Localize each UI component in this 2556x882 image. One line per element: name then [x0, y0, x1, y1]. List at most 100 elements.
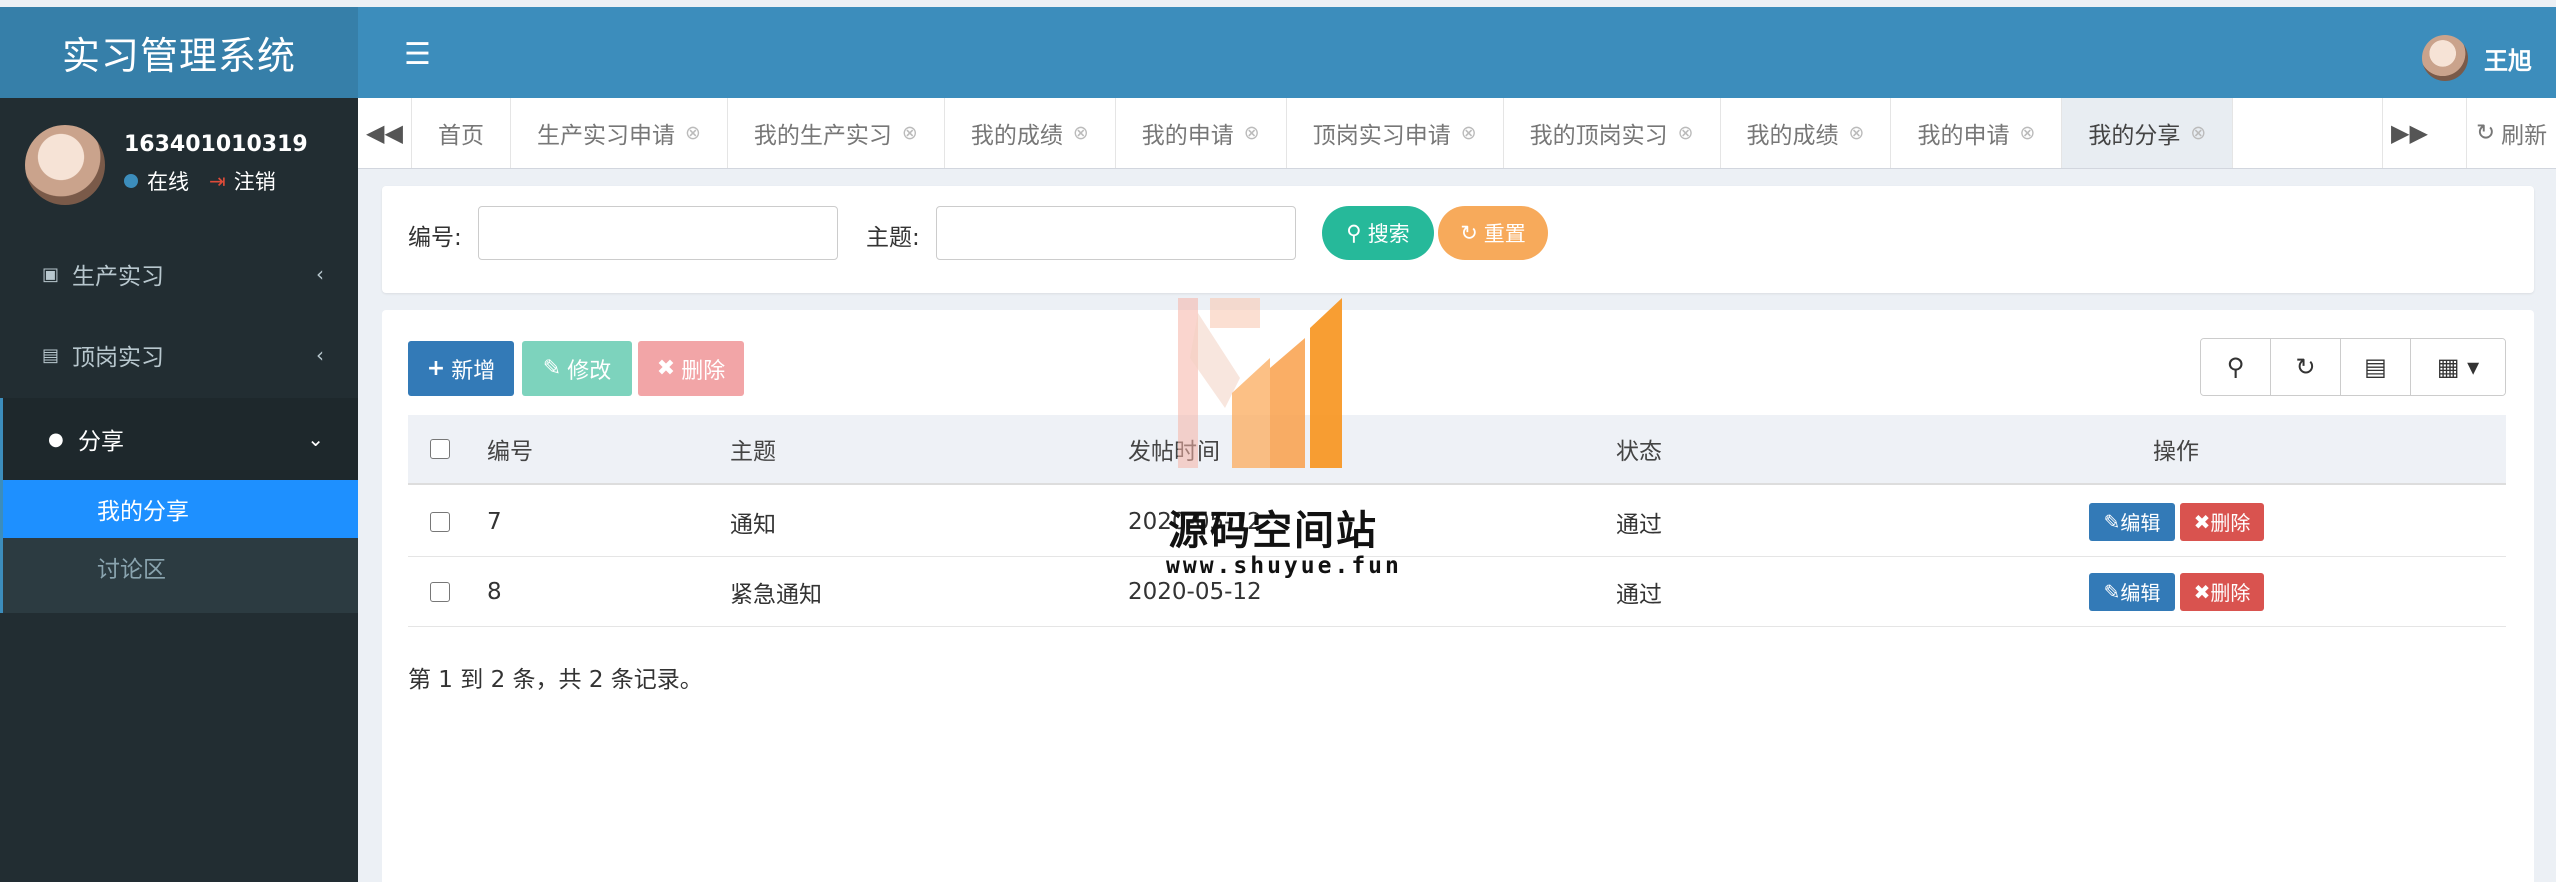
row-delete-button[interactable]: ✖ 删除 [2180, 572, 2264, 611]
tab-close-icon[interactable]: ⊗ [1244, 122, 1260, 144]
chevron-down-icon: ⌄ [307, 427, 324, 451]
delete-icon: ✖ [2193, 579, 2211, 604]
search-button[interactable]: ⚲ 搜索 [1322, 206, 1434, 260]
tab-close-icon[interactable]: ⊗ [902, 122, 918, 144]
sidebar-item-production-internship[interactable]: ▣ 生产实习 ‹ [0, 234, 358, 314]
delete-button[interactable]: ✖ 删除 [638, 341, 744, 396]
refresh-button[interactable]: ↻ 刷新 [2466, 98, 2556, 168]
row-edit-label: 编辑 [2120, 581, 2161, 605]
tab-home[interactable]: 首页 [412, 98, 511, 168]
tab-close-icon[interactable]: ⊗ [2190, 122, 2206, 144]
row-edit-button[interactable]: ✎ 编辑 [2089, 502, 2175, 541]
tab-my-post[interactable]: 我的顶岗实习 ⊗ [1504, 98, 1721, 168]
row-subject: 紧急通知 [730, 581, 822, 608]
tab-close-icon[interactable]: ⊗ [1849, 122, 1865, 144]
tab-bar: ◀◀ 首页 生产实习申请 ⊗ 我的生产实习 ⊗ 我的成绩 ⊗ 我的申请 ⊗ 顶岗实习申请… [358, 98, 2556, 169]
app-logo[interactable]: 实习管理系统 [0, 7, 358, 98]
tab-scroll-left-icon[interactable]: ◀◀ [358, 98, 412, 168]
refresh-label: 刷新 [2501, 123, 2548, 149]
select-all-checkbox[interactable] [430, 439, 450, 459]
delete-icon: ✖ [2193, 509, 2211, 534]
toggle-search-icon[interactable]: ⚲ [2201, 339, 2271, 395]
user-id: 163401010319 [124, 132, 308, 157]
tab-label: 我的申请 [1917, 123, 2010, 149]
watermark-url: www.shuyue.fun [1166, 553, 1402, 579]
toggle-view-icon[interactable]: ▤ [2341, 339, 2411, 395]
refresh-icon: ↻ [2475, 120, 2496, 146]
row-checkbox[interactable] [430, 581, 450, 602]
row-delete-button[interactable]: ✖ 删除 [2180, 502, 2264, 541]
tab-label: 我的分享 [2088, 123, 2181, 149]
table-panel: + 新增 ✎ 修改 ✖ 删除 ⚲ ↻ ▤ ▦ ▾ 编号 主题 发帖时间 状态 操… [382, 310, 2534, 882]
tab-post-apply[interactable]: 顶岗实习申请 ⊗ [1287, 98, 1504, 168]
tab-close-icon[interactable]: ⊗ [685, 122, 701, 144]
edit-button-label: 修改 [567, 358, 612, 384]
reset-button-label: 重置 [1483, 222, 1526, 246]
reset-icon: ↻ [1460, 221, 1478, 245]
table-header: 编号 主题 发帖时间 状态 操作 [408, 415, 2506, 485]
chevron-left-icon: ‹ [316, 262, 324, 286]
tab-my-production[interactable]: 我的生产实习 ⊗ [728, 98, 945, 168]
row-checkbox[interactable] [430, 511, 450, 532]
reset-button[interactable]: ↻ 重置 [1438, 206, 1548, 260]
tab-my-applications[interactable]: 我的申请 ⊗ [1116, 98, 1287, 168]
row-status: 通过 [1616, 511, 1662, 538]
row-status: 通过 [1616, 581, 1662, 608]
add-button-label: 新增 [451, 358, 496, 384]
tab-label: 我的成绩 [1746, 123, 1839, 149]
table-row: 7 通知 2020-05-12 通过 ✎ 编辑 ✖ 删除 [408, 487, 2506, 557]
top-header: ☰ 王旭 [358, 7, 2556, 98]
table-toolbar-group: ⚲ ↻ ▤ ▦ ▾ [2200, 338, 2506, 396]
user-panel: 163401010319 在线 ⇥ 注销 [0, 98, 358, 238]
columns-dropdown-icon[interactable]: ▦ ▾ [2411, 339, 2505, 395]
tab-close-icon[interactable]: ⊗ [1073, 122, 1089, 144]
sidebar-subitem-my-share[interactable]: 我的分享 [3, 480, 358, 538]
sign-out-icon[interactable]: ⇥ [209, 169, 226, 193]
tab-production-apply[interactable]: 生产实习申请 ⊗ [511, 98, 728, 168]
tab-close-icon[interactable]: ⊗ [1678, 122, 1694, 144]
tab-scroll-right-icon[interactable]: ▶▶ [2382, 98, 2436, 168]
plus-icon: + [426, 356, 446, 381]
row-edit-label: 编辑 [2120, 511, 2161, 535]
subject-filter-label: 主题: [866, 225, 920, 251]
header-operations: 操作 [2153, 439, 2199, 465]
sidebar-submenu: 我的分享 讨论区 [0, 480, 358, 613]
tab-my-share[interactable]: 我的分享 ⊗ [2062, 98, 2234, 168]
tab-label: 我的顶岗实习 [1529, 123, 1668, 149]
pagination-info: 第 1 到 2 条，共 2 条记录。 [408, 667, 703, 693]
table-row: 8 紧急通知 2020-05-12 通过 ✎ 编辑 ✖ 删除 [408, 557, 2506, 627]
add-button[interactable]: + 新增 [408, 341, 514, 396]
header-user-menu[interactable]: 王旭 [2422, 35, 2532, 81]
chevron-left-icon: ‹ [316, 343, 324, 367]
header-id[interactable]: 编号 [487, 432, 533, 466]
sidebar-item-label: 顶岗实习 [72, 345, 164, 371]
menu-toggle-icon[interactable]: ☰ [404, 37, 431, 72]
id-card-icon: ▣ [42, 263, 60, 285]
sidebar-item-post-internship[interactable]: ▤ 顶岗实习 ‹ [0, 315, 358, 395]
online-dot-icon [124, 174, 138, 188]
tab-my-grades-2[interactable]: 我的成绩 ⊗ [1721, 98, 1892, 168]
tab-label: 我的申请 [1141, 123, 1234, 149]
sidebar-subitem-discussion[interactable]: 讨论区 [3, 538, 358, 596]
logout-link[interactable]: 注销 [234, 166, 276, 196]
search-icon: ⚲ [1346, 221, 1362, 245]
comment-icon: ● [48, 428, 64, 450]
edit-button[interactable]: ✎ 修改 [522, 341, 632, 396]
watermark-title: 源码空间站 [1168, 508, 1378, 554]
tab-close-icon[interactable]: ⊗ [2019, 122, 2035, 144]
row-delete-label: 删除 [2210, 581, 2251, 605]
header-subject[interactable]: 主题 [730, 432, 776, 466]
refresh-table-icon[interactable]: ↻ [2271, 339, 2341, 395]
sidebar-item-share[interactable]: ● 分享 ⌄ [0, 398, 358, 480]
subject-filter-input[interactable] [936, 206, 1296, 260]
tab-my-grades[interactable]: 我的成绩 ⊗ [945, 98, 1116, 168]
tab-my-applications-2[interactable]: 我的申请 ⊗ [1891, 98, 2063, 168]
online-status: 在线 [147, 170, 189, 194]
sidebar-item-label: 生产实习 [72, 264, 164, 290]
id-filter-input[interactable] [478, 206, 838, 260]
user-status-row: 在线 ⇥ 注销 [124, 166, 276, 196]
sidebar-subitem-label: 讨论区 [97, 557, 166, 583]
row-edit-button[interactable]: ✎ 编辑 [2089, 572, 2175, 611]
header-status[interactable]: 状态 [1616, 432, 1662, 466]
tab-close-icon[interactable]: ⊗ [1461, 122, 1477, 144]
